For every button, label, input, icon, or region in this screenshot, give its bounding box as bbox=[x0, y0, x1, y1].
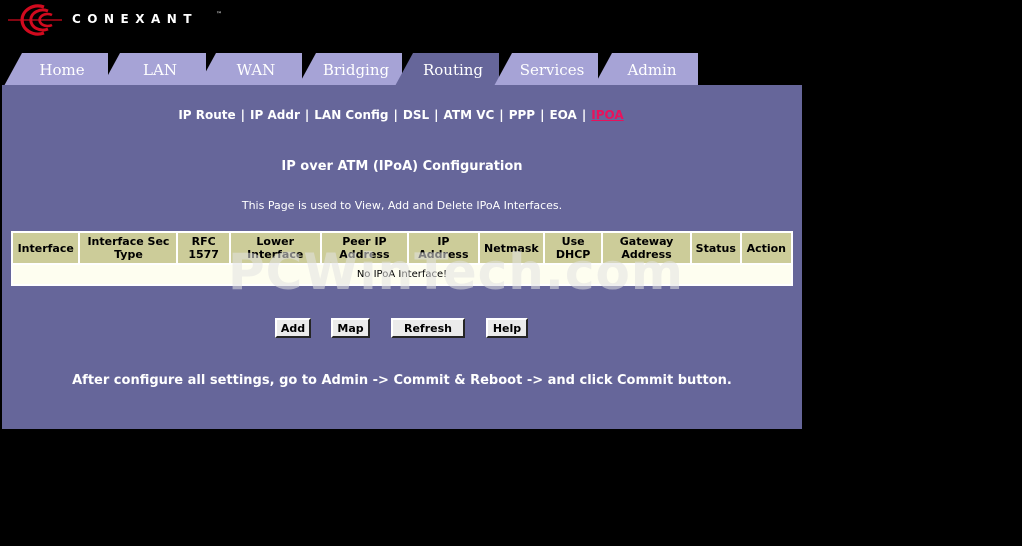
subnav-eoa[interactable]: EOA bbox=[549, 108, 576, 122]
brand-trademark: ™ bbox=[216, 11, 222, 18]
col-netmask: Netmask bbox=[479, 233, 544, 263]
table-header-row: Interface Interface Sec Type RFC 1577 Lo… bbox=[13, 233, 791, 263]
brand-name: CONEXANT bbox=[72, 12, 199, 26]
main-tabs: Home LAN WAN Bridging Routing Services A… bbox=[0, 53, 802, 86]
col-action: Action bbox=[741, 233, 791, 263]
tab-home[interactable]: Home bbox=[4, 53, 108, 86]
col-gateway-address: Gateway Address bbox=[603, 233, 690, 263]
map-button[interactable]: Map bbox=[331, 318, 370, 338]
page-title: IP over ATM (IPoA) Configuration bbox=[281, 159, 523, 174]
subnav-separator: | bbox=[393, 108, 398, 122]
col-interface: Interface bbox=[13, 233, 79, 263]
col-use-dhcp: Use DHCP bbox=[545, 233, 602, 263]
subnav-separator: | bbox=[240, 108, 246, 122]
commit-instructions: After configure all settings, go to Admi… bbox=[72, 373, 732, 388]
tab-routing[interactable]: Routing bbox=[395, 53, 499, 86]
subnav-separator: | bbox=[304, 108, 310, 122]
tab-admin[interactable]: Admin bbox=[594, 53, 698, 86]
col-rfc-1577: RFC 1577 bbox=[178, 233, 229, 263]
tab-services[interactable]: Services bbox=[494, 53, 598, 86]
table-row: No IPoA Interface! bbox=[13, 265, 791, 284]
subnav-separator: | bbox=[499, 108, 504, 122]
subnav-ip-addr[interactable]: IP Addr bbox=[250, 108, 300, 122]
subnav-ip-route[interactable]: IP Route bbox=[178, 108, 235, 122]
subnav-ipoa[interactable]: IPOA bbox=[591, 108, 623, 122]
col-interface-sec-type: Interface Sec Type bbox=[80, 233, 177, 263]
subnav-separator: | bbox=[581, 108, 587, 122]
conexant-swoosh-icon bbox=[8, 4, 62, 36]
col-lower-interface: Lower Interface bbox=[230, 233, 320, 263]
subnav-separator: | bbox=[434, 108, 439, 122]
subnav-atm-vc[interactable]: ATM VC bbox=[444, 108, 495, 122]
refresh-button[interactable]: Refresh bbox=[391, 318, 465, 338]
col-peer-ip-address: Peer IP Address bbox=[321, 233, 408, 263]
subnav-lan-config[interactable]: LAN Config bbox=[314, 108, 388, 122]
action-buttons: Add Map Refresh Help bbox=[0, 318, 802, 338]
conexant-logo: CONEXANT ™ bbox=[4, 3, 304, 37]
col-status: Status bbox=[691, 233, 740, 263]
page-description: This Page is used to View, Add and Delet… bbox=[241, 199, 563, 212]
add-button[interactable]: Add bbox=[275, 318, 311, 338]
routing-subnav: IP Route | IP Addr | LAN Config | DSL | ATM VC | P… bbox=[0, 108, 802, 122]
ipoa-interfaces-table: Interface Interface Sec Type RFC 1577 Lo… bbox=[11, 231, 793, 286]
subnav-dsl[interactable]: DSL bbox=[403, 108, 429, 122]
tab-bridging[interactable]: Bridging bbox=[298, 53, 402, 86]
subnav-ppp[interactable]: PPP bbox=[509, 108, 535, 122]
col-ip-address: IP Address bbox=[409, 233, 478, 263]
empty-table-message: No IPoA Interface! bbox=[13, 265, 791, 284]
subnav-separator: | bbox=[540, 108, 545, 122]
tab-lan[interactable]: LAN bbox=[102, 53, 206, 86]
tab-wan[interactable]: WAN bbox=[198, 53, 302, 86]
help-button[interactable]: Help bbox=[486, 318, 528, 338]
